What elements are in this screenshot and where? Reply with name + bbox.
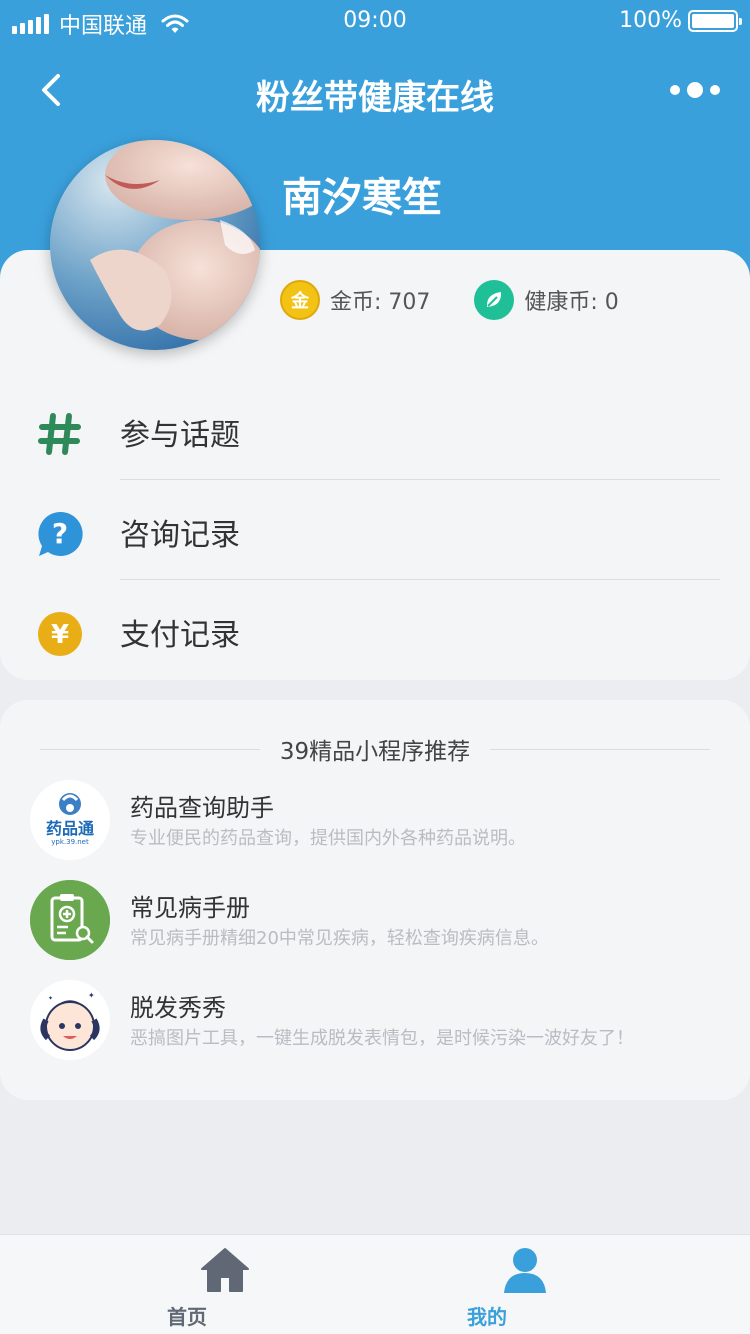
tab-label: 首页 — [167, 1305, 207, 1329]
menu-item-payment-records[interactable]: ¥ 支付记录 — [0, 580, 750, 680]
battery-percent: 100% — [619, 8, 682, 33]
cartoon-face-icon: ✦ ✦ — [30, 980, 110, 1060]
app-item-disease-handbook[interactable]: 常见病手册 常见病手册精细20中常见疾病，轻松查询疾病信息。 — [0, 880, 750, 970]
menu-label: 咨询记录 — [120, 518, 240, 553]
svg-text:✦: ✦ — [88, 991, 95, 1000]
app-name: 常见病手册 — [130, 894, 250, 922]
svg-text:药品通: 药品通 — [46, 819, 94, 838]
more-dot-icon — [687, 82, 703, 98]
tab-label: 我的 — [467, 1305, 507, 1329]
gold-coin-balance[interactable]: 金 金币: 707 — [280, 280, 430, 320]
question-bubble-icon: ? — [36, 510, 84, 558]
health-coin-label: 健康币: 0 — [524, 290, 619, 315]
more-dot-icon — [670, 85, 680, 95]
recommend-card: 39精品小程序推荐 药品通 ypk.39.net 药品查询助手 专业便民的药品查… — [0, 700, 750, 1100]
battery-icon — [688, 9, 742, 32]
app-name: 脱发秀秀 — [130, 994, 226, 1022]
menu-item-topics[interactable]: 参与话题 — [0, 380, 750, 480]
coin-balances: 金 金币: 707 健康币: 0 — [280, 280, 663, 320]
home-icon — [198, 1245, 252, 1295]
svg-text:¥: ¥ — [51, 620, 69, 650]
tab-bar: 首页 我的 — [0, 1234, 750, 1334]
avatar-image — [50, 140, 260, 350]
svg-text:ypk.39.net: ypk.39.net — [51, 838, 89, 846]
tab-mine[interactable]: 我的 — [375, 1235, 750, 1334]
divider — [490, 749, 710, 750]
more-dot-icon — [710, 85, 720, 95]
user-icon — [498, 1245, 552, 1295]
app-desc: 恶搞图片工具，一键生成脱发表情包，是时候污染一波好友了！ — [130, 1028, 634, 1049]
clipboard-icon — [30, 880, 110, 960]
menu-label: 参与话题 — [120, 418, 240, 453]
status-right: 100% — [619, 8, 742, 33]
username: 南汐寒笙 — [282, 175, 442, 221]
leaf-icon — [474, 280, 515, 320]
hash-icon — [36, 410, 84, 458]
app-name: 药品查询助手 — [130, 794, 274, 822]
health-coin-balance[interactable]: 健康币: 0 — [474, 280, 619, 320]
more-button[interactable] — [670, 78, 720, 102]
svg-text:?: ? — [52, 517, 68, 550]
menu-label: 支付记录 — [120, 618, 240, 653]
app-desc: 专业便民的药品查询，提供国内外各种药品说明。 — [130, 828, 526, 849]
status-bar: 中国联通 09:00 100% — [0, 0, 750, 42]
tab-home[interactable]: 首页 — [0, 1235, 375, 1334]
app-item-hair-loss-meme[interactable]: ✦ ✦ 脱发秀秀 恶搞图片工具，一键生成脱发表情包，是时候污染一波好友了！ — [0, 980, 750, 1070]
yuan-icon: ¥ — [36, 610, 84, 658]
app-item-drug-lookup[interactable]: 药品通 ypk.39.net 药品查询助手 专业便民的药品查询，提供国内外各种药… — [0, 780, 750, 870]
menu-item-consult-records[interactable]: ? 咨询记录 — [0, 480, 750, 580]
gold-coin-label: 金币: 707 — [330, 290, 431, 315]
page-title: 粉丝带健康在线 — [256, 78, 494, 118]
avatar[interactable] — [50, 140, 260, 350]
app-desc: 常见病手册精细20中常见疾病，轻松查询疾病信息。 — [130, 928, 549, 949]
drug-app-logo: 药品通 ypk.39.net — [30, 780, 110, 860]
recommend-header: 39精品小程序推荐 — [40, 732, 710, 765]
gold-coin-icon: 金 — [280, 280, 320, 320]
svg-text:✦: ✦ — [48, 995, 53, 1002]
